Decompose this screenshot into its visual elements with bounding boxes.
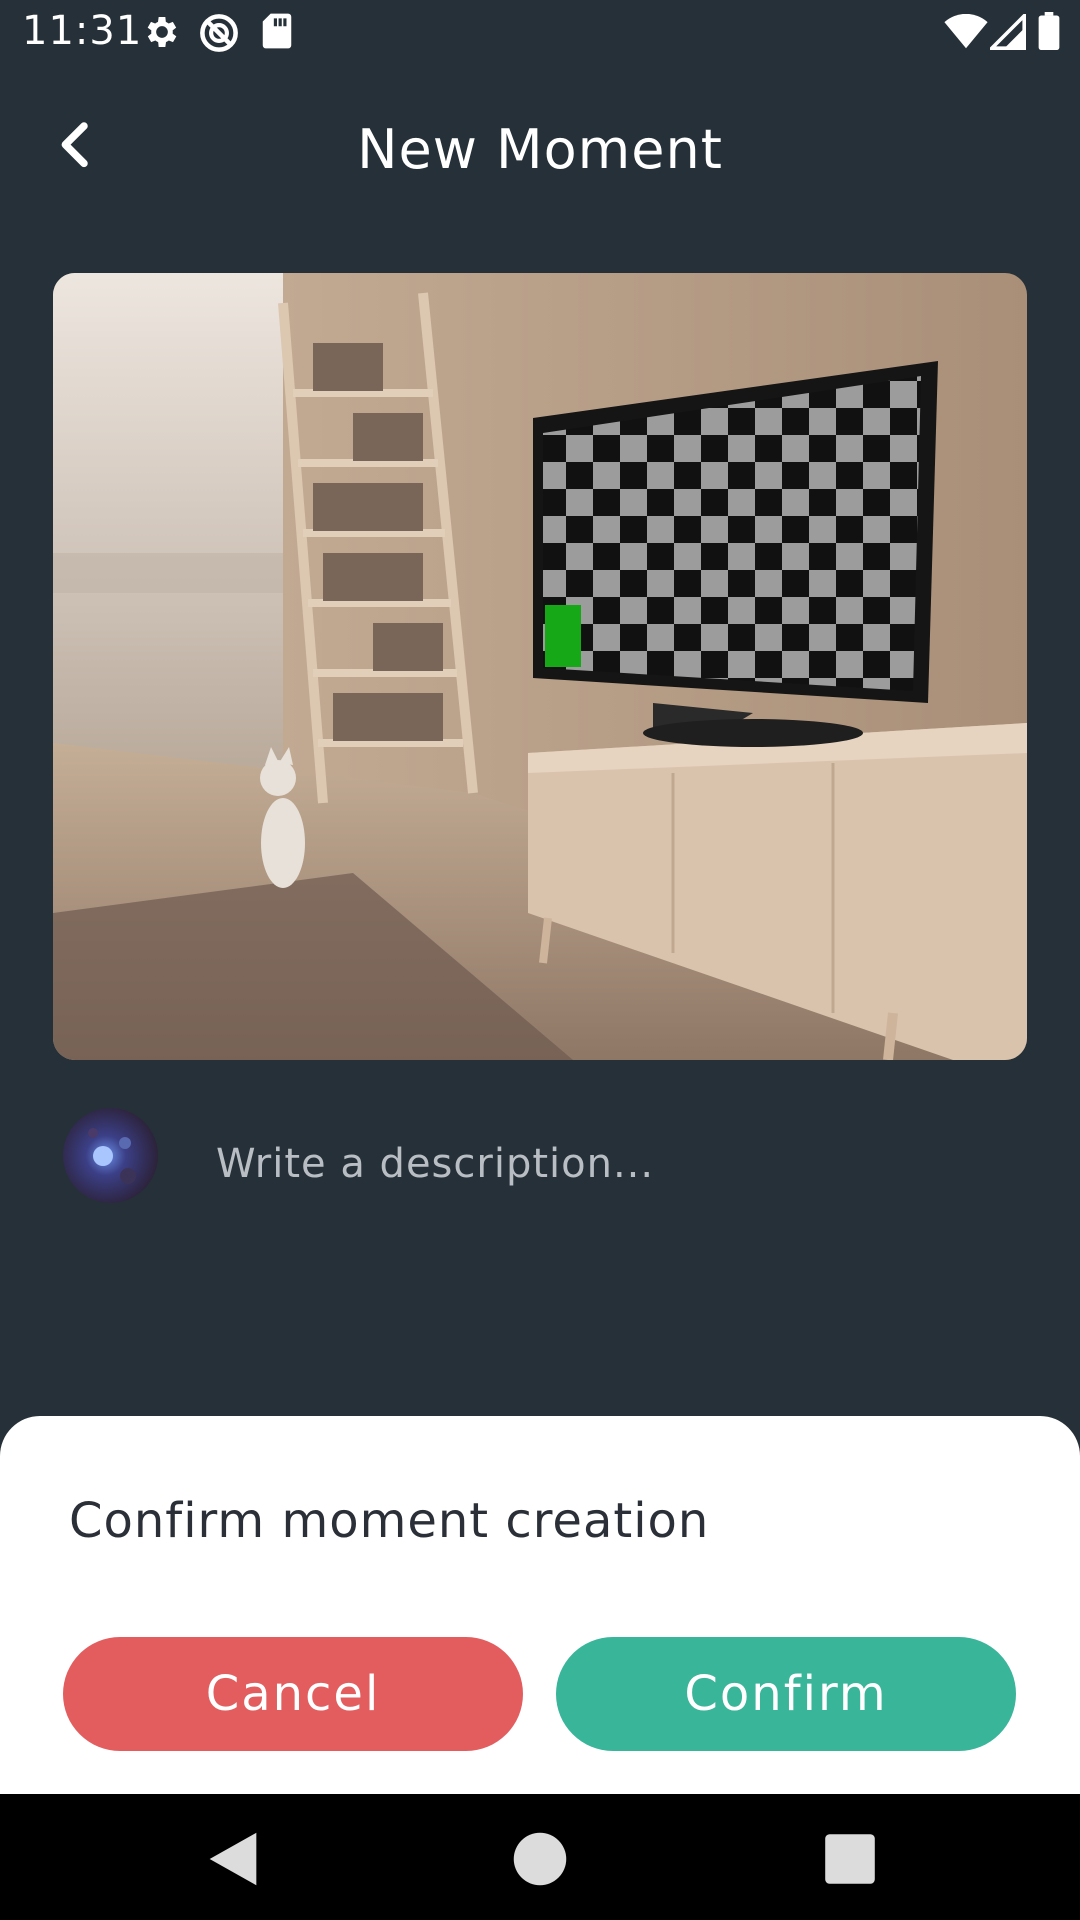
recents-square-icon[interactable] (815, 1824, 885, 1894)
room-scene-image (53, 273, 1027, 1060)
home-circle-icon[interactable] (505, 1824, 575, 1894)
gear-icon (147, 17, 177, 47)
sd-card-icon (262, 13, 292, 49)
cancel-button[interactable]: Cancel (63, 1637, 523, 1751)
description-input[interactable] (214, 1128, 1018, 1200)
user-avatar[interactable] (63, 1108, 158, 1203)
page-title: New Moment (357, 118, 723, 181)
wifi-icon (944, 14, 988, 49)
do-not-disturb-icon (200, 14, 238, 52)
status-bar: 11:31 (0, 0, 1080, 64)
system-nav-bar (0, 1794, 1080, 1920)
back-triangle-icon[interactable] (198, 1824, 268, 1894)
confirm-dialog: Confirm moment creation Cancel Confirm (0, 1416, 1080, 1794)
status-time: 11:31 (22, 8, 143, 54)
battery-icon (1038, 12, 1060, 50)
dialog-title: Confirm moment creation (69, 1493, 710, 1549)
signal-icon (990, 14, 1026, 50)
moment-photo[interactable] (53, 273, 1027, 1060)
confirm-button[interactable]: Confirm (556, 1637, 1016, 1751)
avatar-image (63, 1108, 158, 1203)
